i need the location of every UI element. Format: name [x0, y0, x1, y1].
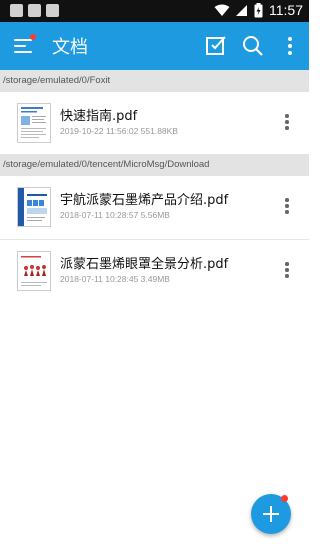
file-name: 宇航派蒙石墨烯产品介绍.pdf: [60, 193, 229, 208]
file-list-item[interactable]: 快速指南.pdf 2019-10-22 11:56:02 551.88KB: [0, 92, 309, 154]
notification-dot: [30, 34, 36, 40]
file-meta: 2018-07-11 10:28:57 5.56MB: [60, 210, 170, 220]
file-meta: 2018-07-11 10:28:45 3.49MB: [60, 274, 170, 284]
pdf-thumbnail: [17, 187, 51, 227]
battery-charging-icon: [254, 2, 263, 17]
file-list-item[interactable]: 宇航派蒙石墨烯产品介绍.pdf 2018-07-11 10:28:57 5.56…: [0, 176, 309, 238]
more-vertical-icon[interactable]: [285, 114, 289, 130]
status-bar: 11:57: [0, 0, 309, 22]
hamburger-menu-icon[interactable]: [12, 34, 36, 56]
search-icon[interactable]: [241, 34, 265, 58]
app-bar: 文档: [0, 22, 309, 70]
more-vertical-icon[interactable]: [285, 262, 289, 278]
pdf-thumbnail: [17, 251, 51, 291]
notification-icon: [28, 4, 41, 17]
more-vertical-icon[interactable]: [278, 34, 302, 58]
file-meta: 2019-10-22 11:56:02 551.88KB: [60, 126, 178, 136]
signal-icon: [236, 5, 247, 16]
notification-icon: [10, 4, 23, 17]
wifi-icon: [214, 4, 230, 16]
notification-dot: [281, 495, 288, 502]
page-title: 文档: [52, 37, 88, 58]
folder-path-header: /storage/emulated/0/tencent/MicroMsg/Dow…: [0, 154, 309, 176]
notification-icons: [10, 4, 59, 17]
notification-icon: [46, 4, 59, 17]
clock: 11:57: [269, 2, 303, 18]
file-name: 派蒙石墨烯眼罩全景分析.pdf: [60, 257, 229, 272]
more-vertical-icon[interactable]: [285, 198, 289, 214]
checkbox-select-icon[interactable]: [204, 34, 228, 58]
pdf-thumbnail: [17, 103, 51, 143]
folder-path-header: /storage/emulated/0/Foxit: [0, 70, 309, 92]
file-list-item[interactable]: 派蒙石墨烯眼罩全景分析.pdf 2018-07-11 10:28:45 3.49…: [0, 240, 309, 302]
file-name: 快速指南.pdf: [60, 109, 138, 124]
